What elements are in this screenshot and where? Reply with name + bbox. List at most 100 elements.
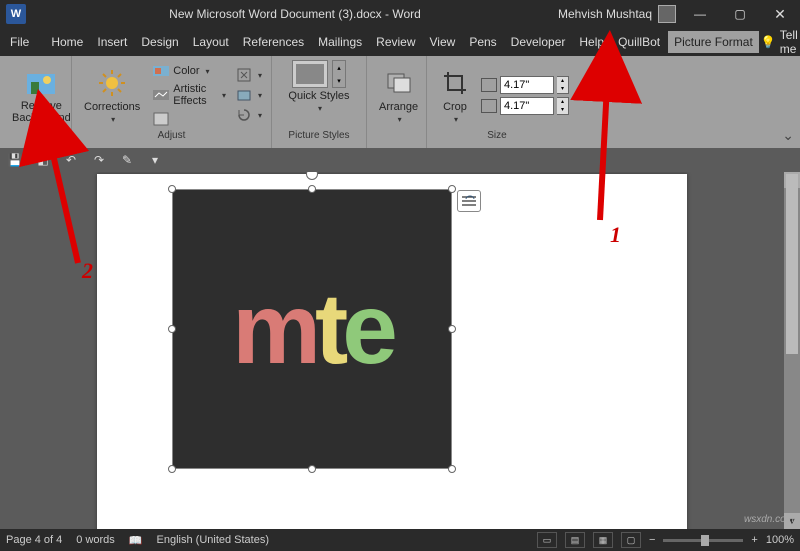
tab-layout[interactable]: Layout	[187, 31, 235, 53]
zoom-level[interactable]: 100%	[766, 534, 794, 546]
layout-options-button[interactable]	[457, 190, 481, 212]
spell-check-icon[interactable]: 📖	[129, 534, 143, 547]
resize-handle-br[interactable]	[448, 465, 456, 473]
vertical-scrollbar[interactable]: ▲ ▼	[784, 172, 800, 529]
layout-options-icon	[461, 194, 477, 208]
focus-mode-button[interactable]: ▭	[537, 532, 557, 548]
status-bar: Page 4 of 4 0 words 📖 English (United St…	[0, 529, 800, 551]
compress-icon	[236, 67, 252, 83]
resize-handle-ml[interactable]	[168, 325, 176, 333]
quick-styles-label: Quick Styles	[288, 90, 349, 102]
width-input[interactable]: 4.17"	[500, 97, 554, 115]
tab-pens[interactable]: Pens	[463, 31, 502, 53]
crop-button[interactable]: Crop	[433, 65, 477, 126]
picture-styles-group-label: Picture Styles	[272, 130, 366, 148]
height-input[interactable]: 4.17"	[500, 76, 554, 94]
size-group-label: Size	[427, 130, 567, 148]
change-picture-button[interactable]	[233, 86, 265, 104]
quick-access-toolbar: 💾 ◧ ↶ ↷ ✎ ▾	[0, 148, 800, 172]
qat-button-2[interactable]: ◧	[34, 151, 52, 169]
resize-handle-tm[interactable]	[308, 185, 316, 193]
tab-quillbot[interactable]: QuillBot	[612, 31, 666, 53]
change-picture-icon	[236, 87, 252, 103]
page[interactable]: mte	[97, 174, 687, 529]
ribbon: Remove Background Corrections Color Arti…	[0, 56, 800, 148]
corrections-label: Corrections	[84, 101, 140, 113]
resize-handle-mr[interactable]	[448, 325, 456, 333]
tell-me-search[interactable]: 💡 Tell me	[761, 28, 798, 56]
transparency-button[interactable]	[150, 110, 229, 128]
artistic-label: Artistic Effects	[173, 83, 216, 107]
remove-background-label: Remove Background	[12, 100, 71, 124]
corrections-button[interactable]: Corrections	[78, 65, 146, 126]
zoom-in-button[interactable]: +	[751, 534, 757, 546]
tab-insert[interactable]: Insert	[91, 31, 133, 53]
resize-handle-bm[interactable]	[308, 465, 316, 473]
annotation-label-2: 2	[82, 258, 93, 284]
rotate-handle[interactable]	[306, 172, 318, 180]
user-name[interactable]: Mehvish Mushtaq	[558, 7, 652, 21]
zoom-slider[interactable]	[663, 539, 743, 542]
app-icon: W	[6, 4, 26, 24]
brightness-icon	[96, 67, 128, 99]
compress-pictures-button[interactable]	[233, 66, 265, 84]
word-count[interactable]: 0 words	[76, 534, 115, 546]
more-styles-button[interactable]: ▴▾	[332, 60, 346, 88]
qat-more-button[interactable]: ▾	[146, 151, 164, 169]
print-layout-button[interactable]: ▦	[593, 532, 613, 548]
tab-design[interactable]: Design	[135, 31, 184, 53]
resize-handle-tr[interactable]	[448, 185, 456, 193]
touch-mode-button[interactable]: ✎	[118, 151, 136, 169]
ribbon-tabs: File Home Insert Design Layout Reference…	[0, 28, 800, 56]
logo-letter-e: e	[342, 273, 392, 385]
crop-icon	[439, 67, 471, 99]
annotation-label-1: 1	[610, 222, 621, 248]
tab-view[interactable]: View	[424, 31, 462, 53]
tell-me-label: Tell me	[780, 28, 798, 56]
reset-picture-button[interactable]	[233, 106, 265, 124]
tab-picture-format[interactable]: Picture Format	[668, 31, 759, 53]
selected-image[interactable]: mte	[172, 189, 452, 469]
maximize-button[interactable]: ▢	[720, 0, 760, 28]
tab-mailings[interactable]: Mailings	[312, 31, 368, 53]
width-spinner[interactable]: ▴▾	[557, 97, 569, 115]
color-icon	[153, 63, 169, 79]
user-avatar[interactable]	[658, 5, 676, 23]
document-area[interactable]: mte	[0, 172, 784, 529]
color-button[interactable]: Color	[150, 62, 229, 80]
minimize-button[interactable]: —	[680, 0, 720, 28]
scrollbar-thumb[interactable]	[786, 174, 798, 354]
artistic-icon	[153, 87, 169, 103]
save-button[interactable]: 💾	[6, 151, 24, 169]
width-icon	[481, 99, 497, 113]
tab-references[interactable]: References	[237, 31, 310, 53]
collapse-ribbon-button[interactable]: ⌄	[782, 127, 794, 144]
color-label: Color	[173, 65, 199, 77]
transparency-icon	[153, 111, 169, 127]
quick-styles-button[interactable]: Quick Styles	[282, 90, 355, 115]
remove-background-button[interactable]: Remove Background	[6, 64, 77, 126]
page-indicator[interactable]: Page 4 of 4	[6, 534, 62, 546]
resize-handle-bl[interactable]	[168, 465, 176, 473]
artistic-effects-button[interactable]: Artistic Effects	[150, 82, 229, 108]
tab-home[interactable]: Home	[45, 31, 89, 53]
read-mode-button[interactable]: ▤	[565, 532, 585, 548]
tab-file[interactable]: File	[4, 31, 35, 53]
picture-style-thumb[interactable]	[292, 60, 328, 88]
redo-button[interactable]: ↷	[90, 151, 108, 169]
document-title: New Microsoft Word Document (3).docx - W…	[32, 7, 558, 21]
lightbulb-icon: 💡	[761, 35, 776, 49]
tab-developer[interactable]: Developer	[505, 31, 572, 53]
image-content: mte	[232, 272, 392, 387]
tab-review[interactable]: Review	[370, 31, 421, 53]
zoom-out-button[interactable]: −	[649, 534, 655, 546]
language-indicator[interactable]: English (United States)	[157, 534, 270, 546]
resize-handle-tl[interactable]	[168, 185, 176, 193]
close-button[interactable]: ✕	[760, 0, 800, 28]
undo-button[interactable]: ↶	[62, 151, 80, 169]
arrange-button[interactable]: Arrange	[373, 65, 424, 126]
tab-help[interactable]: Help	[573, 31, 610, 53]
height-spinner[interactable]: ▴▾	[557, 76, 569, 94]
web-layout-button[interactable]: ▢	[621, 532, 641, 548]
arrange-label: Arrange	[379, 101, 418, 113]
